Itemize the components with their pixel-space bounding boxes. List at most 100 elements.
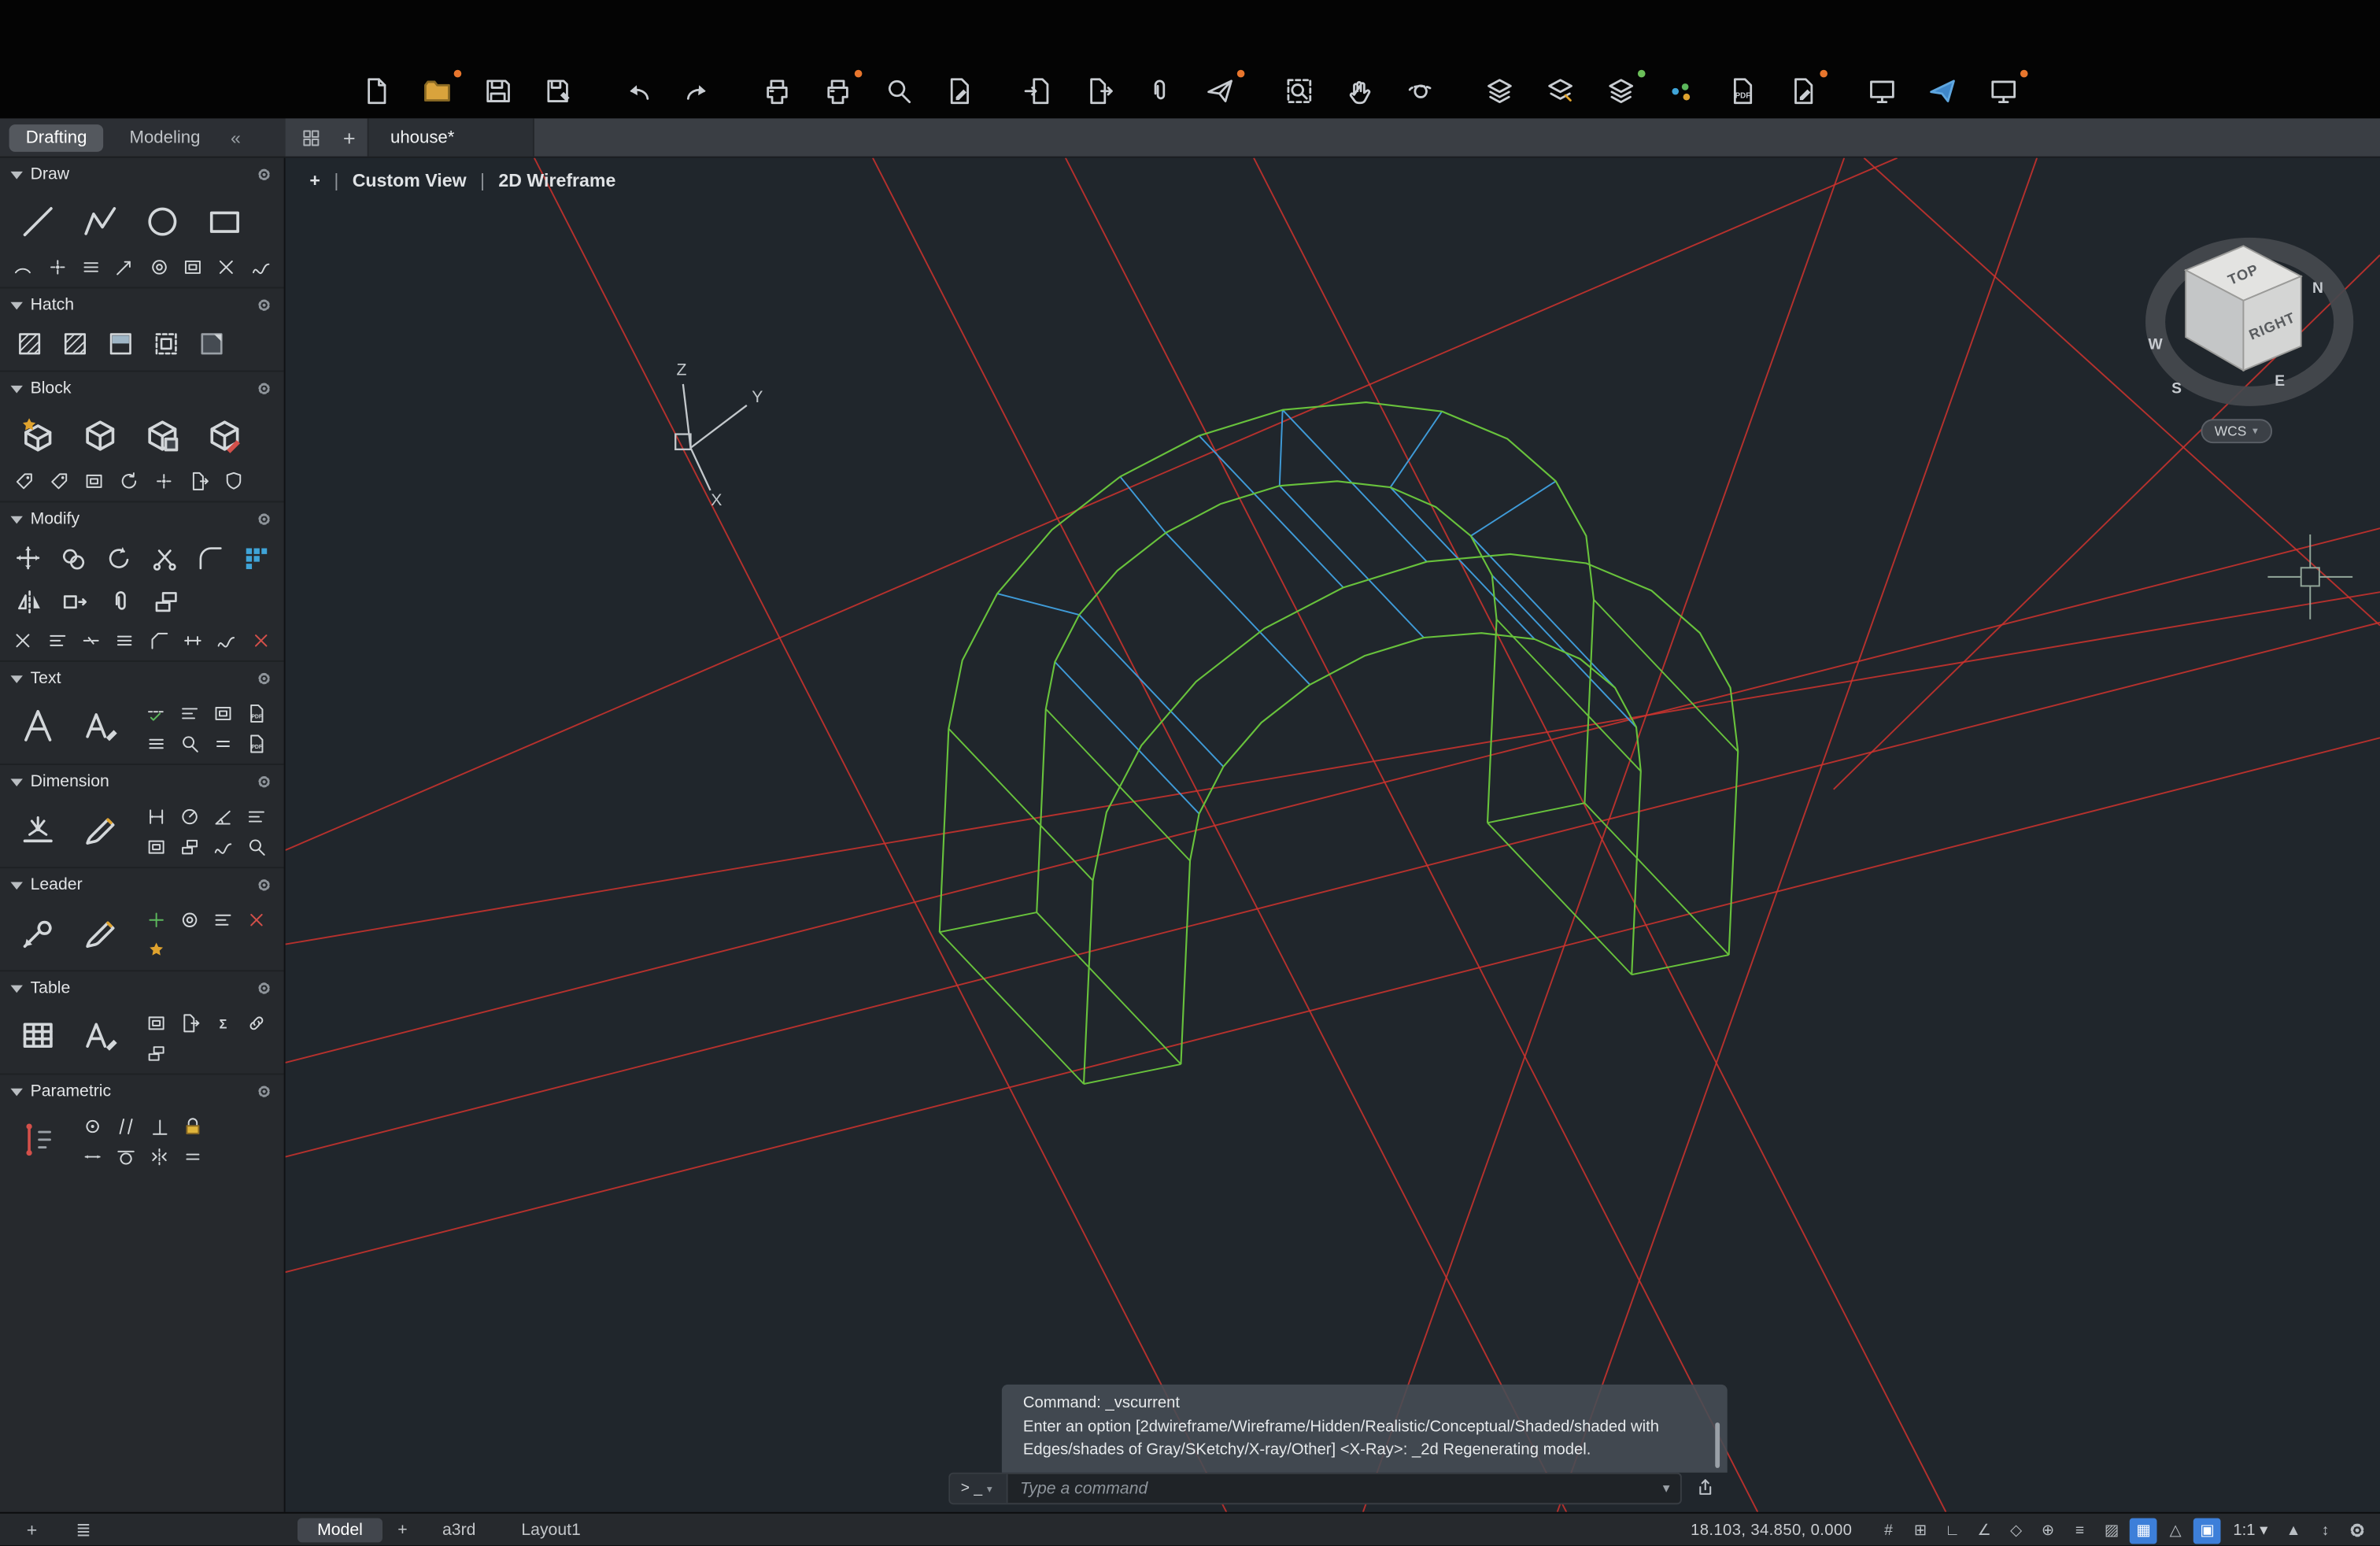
viewcube[interactable]: W S E N TOP RIGHT bbox=[2125, 224, 2374, 422]
dimension-settings-gear-icon[interactable] bbox=[255, 773, 273, 791]
selection-cycling-toggle[interactable]: ▦ bbox=[2130, 1518, 2157, 1544]
wcs-selector[interactable]: WCS ▾ bbox=[2201, 419, 2271, 443]
send-feedback-tool[interactable] bbox=[1923, 73, 1962, 109]
export-tool[interactable] bbox=[1079, 73, 1118, 109]
multiline-text-tool[interactable] bbox=[8, 697, 67, 753]
fillet-tool[interactable] bbox=[189, 538, 231, 579]
write-block-tool[interactable] bbox=[132, 407, 191, 463]
tool-sets-tool[interactable] bbox=[1862, 73, 1901, 109]
arc-tool[interactable] bbox=[8, 252, 39, 281]
join-tool[interactable] bbox=[109, 626, 140, 655]
horizontal-constraint-tool[interactable] bbox=[76, 1141, 107, 1171]
layer-properties-tool[interactable] bbox=[1480, 73, 1519, 109]
export-block-tool[interactable] bbox=[182, 466, 213, 495]
divide-tool[interactable] bbox=[212, 252, 242, 281]
array-tool[interactable] bbox=[234, 538, 276, 579]
ray-tool[interactable] bbox=[109, 252, 140, 281]
annotation-visibility-toggle[interactable]: ▲ bbox=[2280, 1518, 2308, 1544]
add-palette-icon[interactable]: + bbox=[18, 1518, 46, 1544]
export-pdf-tool[interactable]: PDF bbox=[1723, 73, 1762, 109]
delete-duplicates-tool[interactable] bbox=[246, 626, 276, 655]
view-list-icon[interactable]: ≣ bbox=[70, 1518, 98, 1544]
find-replace-tool[interactable] bbox=[173, 729, 205, 758]
layout-tab-layout1[interactable]: Layout1 bbox=[501, 1518, 601, 1543]
stretch-tool[interactable] bbox=[53, 582, 95, 623]
insert-block-tool[interactable] bbox=[8, 407, 67, 463]
sync-attributes-tool[interactable] bbox=[113, 466, 144, 495]
caret-down-icon[interactable] bbox=[10, 778, 22, 786]
document-tab-uhouse[interactable]: uhouse* bbox=[368, 118, 534, 156]
data-link-tool[interactable] bbox=[240, 1008, 272, 1037]
table-settings-gear-icon[interactable] bbox=[255, 979, 273, 997]
move-tool[interactable] bbox=[8, 538, 50, 579]
scale-text-tool[interactable] bbox=[206, 729, 238, 758]
explode-tool[interactable] bbox=[8, 626, 39, 655]
edit-dimension-tool[interactable] bbox=[72, 800, 131, 856]
wipeout-tool[interactable] bbox=[190, 324, 232, 364]
continue-dimension-tool[interactable] bbox=[173, 832, 205, 861]
insert-table-tool[interactable] bbox=[8, 1007, 67, 1063]
plot-tool[interactable] bbox=[818, 73, 857, 109]
caret-down-icon[interactable] bbox=[10, 385, 22, 393]
zoom-window-tool[interactable] bbox=[1280, 73, 1319, 109]
open-tool[interactable] bbox=[417, 73, 456, 109]
insert-field-tool[interactable] bbox=[206, 698, 238, 727]
spline-tool[interactable] bbox=[246, 252, 276, 281]
edit-table-tool[interactable] bbox=[72, 1007, 131, 1063]
tool-palettes-tool[interactable] bbox=[1662, 73, 1702, 109]
command-prompt[interactable]: > _ ▾ bbox=[950, 1474, 1007, 1503]
offset-tool[interactable] bbox=[144, 582, 187, 623]
add-leader-tool[interactable] bbox=[139, 904, 171, 934]
lengthen-tool[interactable] bbox=[177, 626, 208, 655]
new-layer-tool[interactable] bbox=[1602, 73, 1641, 109]
smart-dimension-tool[interactable] bbox=[8, 800, 67, 856]
print-tool[interactable] bbox=[757, 73, 796, 109]
define-attribute-tool[interactable] bbox=[8, 466, 39, 495]
grid-display-toggle[interactable]: # bbox=[1875, 1518, 1902, 1544]
parallel-constraint-tool[interactable] bbox=[109, 1111, 141, 1141]
ortho-mode-toggle[interactable]: ∟ bbox=[1938, 1518, 1966, 1544]
radius-dimension-tool[interactable] bbox=[173, 801, 205, 830]
hatch-tool[interactable] bbox=[8, 324, 50, 364]
point-tool[interactable] bbox=[42, 252, 72, 281]
caret-down-icon[interactable] bbox=[10, 516, 22, 523]
formula-tool[interactable]: Σ bbox=[206, 1008, 238, 1037]
viewcube-east[interactable]: E bbox=[2275, 373, 2285, 390]
multiline-tool[interactable] bbox=[76, 252, 106, 281]
import-pdf-tool[interactable]: PDF bbox=[240, 698, 272, 727]
lock-constraint-tool[interactable] bbox=[176, 1111, 208, 1141]
3d-object-snap-toggle[interactable]: △ bbox=[2162, 1518, 2190, 1544]
viewport[interactable]: + | Custom View | 2D Wireframe Z Y X W S… bbox=[286, 158, 2380, 1512]
edit-text-tool[interactable] bbox=[72, 697, 131, 753]
donut-tool[interactable] bbox=[143, 252, 174, 281]
pan-tool[interactable] bbox=[1340, 73, 1380, 109]
viewport-menu-button[interactable]: + bbox=[309, 170, 320, 191]
leader-style-tool[interactable] bbox=[139, 935, 171, 964]
settings-icon[interactable] bbox=[2344, 1518, 2371, 1544]
create-block-tool[interactable] bbox=[70, 407, 129, 463]
export-pdf-text-tool[interactable]: PDF bbox=[240, 729, 272, 758]
attach-reference-tool[interactable] bbox=[1140, 73, 1179, 109]
parametric-settings-gear-icon[interactable] bbox=[255, 1082, 273, 1100]
caret-down-icon[interactable] bbox=[10, 1088, 22, 1096]
equal-constraint-tool[interactable] bbox=[176, 1141, 208, 1171]
rectangle-tool[interactable] bbox=[194, 193, 253, 249]
polar-tracking-toggle[interactable]: ∠ bbox=[1971, 1518, 1998, 1544]
new-layout-button[interactable]: + bbox=[389, 1518, 417, 1543]
viewport-layout-icon[interactable] bbox=[286, 118, 331, 156]
command-share-icon[interactable] bbox=[1694, 1476, 1717, 1507]
viewcube-south[interactable]: S bbox=[2171, 380, 2182, 397]
edit-polyline-tool[interactable] bbox=[212, 626, 242, 655]
edit-leader-tool[interactable] bbox=[72, 903, 131, 959]
text-style-tool[interactable] bbox=[139, 729, 171, 758]
replace-block-tool[interactable] bbox=[217, 466, 249, 495]
chamfer-tool[interactable] bbox=[143, 626, 174, 655]
auto-scale-toggle[interactable]: ↕ bbox=[2312, 1518, 2339, 1544]
command-expand-icon[interactable]: ▾ bbox=[1663, 1480, 1680, 1496]
print-preview-tool[interactable] bbox=[879, 73, 918, 109]
import-tool[interactable] bbox=[1018, 73, 1058, 109]
viewcube-west[interactable]: W bbox=[2148, 337, 2163, 353]
group-tool[interactable] bbox=[98, 582, 141, 623]
screen-sharing-tool[interactable] bbox=[1984, 73, 2023, 109]
save-as-tool[interactable] bbox=[539, 73, 578, 109]
